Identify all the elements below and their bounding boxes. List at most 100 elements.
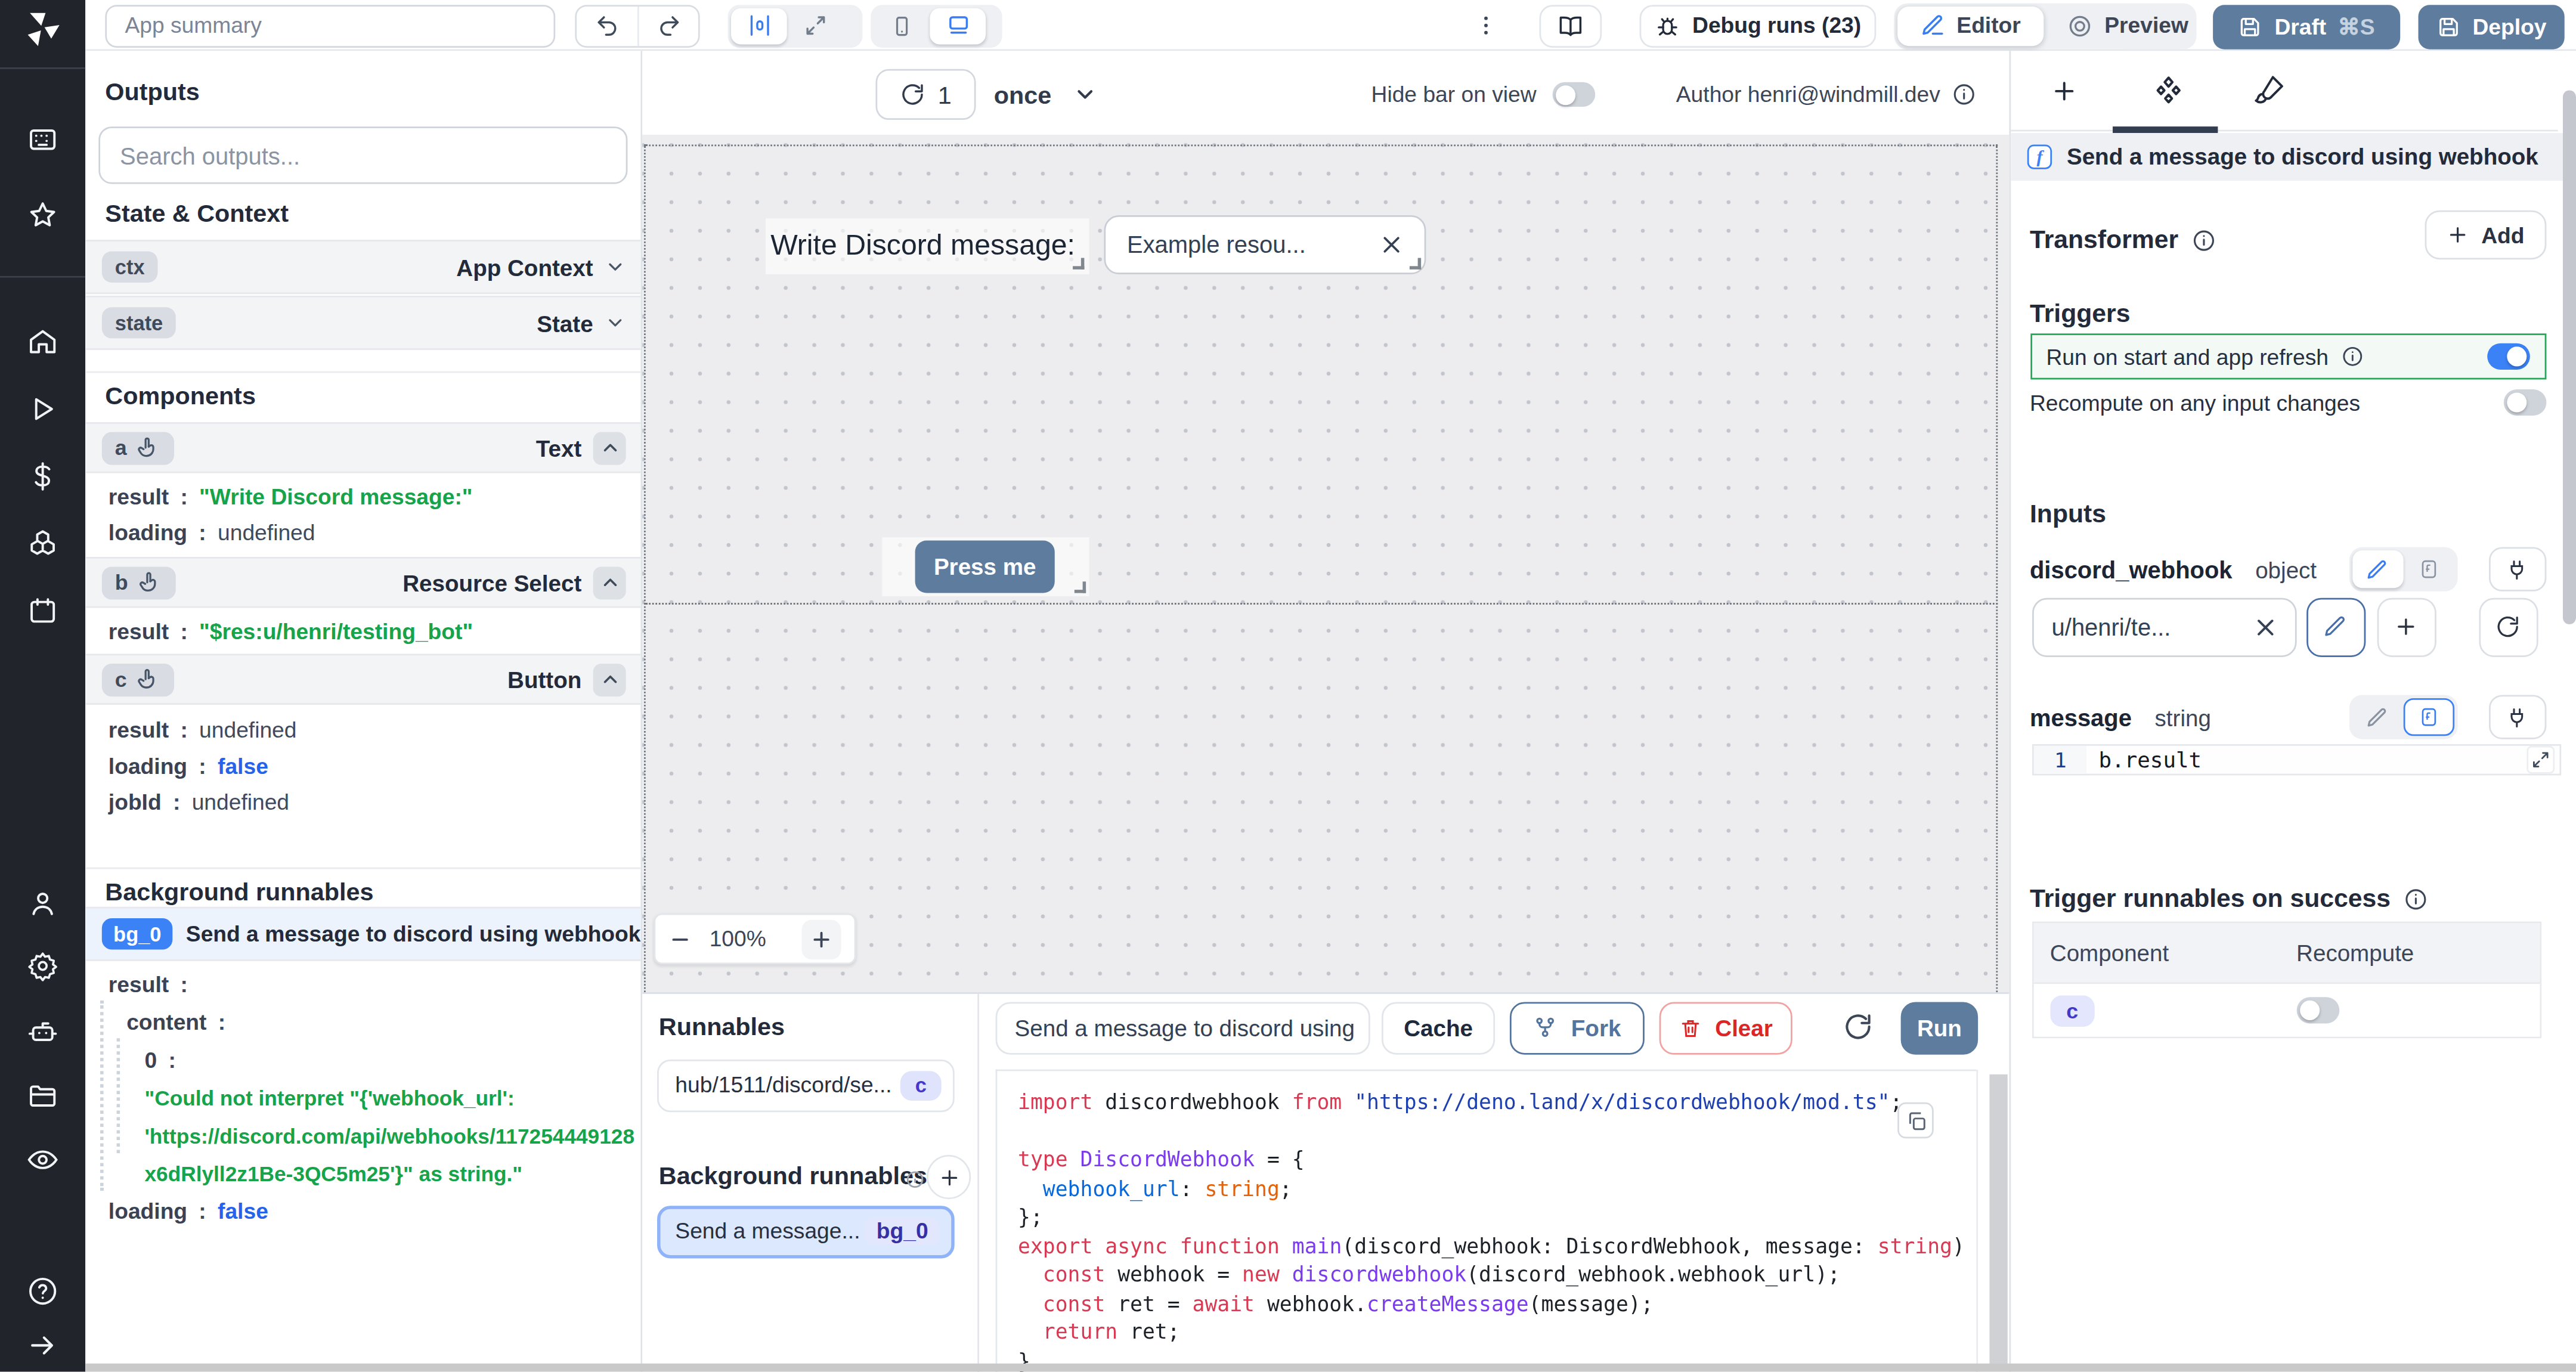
workers-robot-icon[interactable] (26, 1015, 59, 1048)
edit-resource-button[interactable] (2306, 598, 2365, 656)
state-output-row[interactable]: state State (85, 296, 642, 350)
add-bg-runnable-button[interactable] (927, 1155, 971, 1199)
horizontal-scrollbar[interactable] (85, 1364, 2576, 1372)
runs-play-icon[interactable] (27, 394, 58, 425)
refresh-count-button[interactable]: 1 (875, 69, 976, 120)
hide-bar-toggle[interactable] (1553, 82, 1596, 107)
collapse-chevron-icon[interactable] (593, 431, 626, 464)
output-kv: jobId:undefined (109, 790, 289, 814)
eval-input-mode-button[interactable] (2402, 698, 2453, 736)
run-on-start-toggle[interactable] (2487, 344, 2529, 370)
undo-button[interactable] (577, 6, 637, 45)
app-canvas[interactable]: Write Discord message: Example resou... … (642, 135, 2009, 992)
info-icon (1952, 82, 1976, 107)
add-transformer-button[interactable]: Add (2425, 210, 2547, 260)
zoom-in-button[interactable] (801, 919, 841, 958)
variables-dollar-icon[interactable] (27, 461, 58, 492)
indent-guide (100, 1001, 104, 1191)
collapse-chevron-icon[interactable] (593, 663, 626, 696)
collapse-arrow-icon[interactable] (27, 1330, 58, 1361)
resize-handle[interactable] (1075, 581, 1086, 593)
theme-brush-icon[interactable] (2254, 74, 2285, 105)
section-divider (85, 868, 642, 869)
run-button[interactable]: Run (1901, 1001, 1978, 1054)
redo-button[interactable] (637, 6, 698, 45)
pointer-hand-icon (138, 570, 162, 594)
component-c-row[interactable]: c Button (85, 654, 642, 705)
center-canvas-button[interactable] (731, 7, 787, 44)
expand-editor-icon[interactable] (2527, 745, 2555, 773)
resources-boxes-icon[interactable] (26, 527, 59, 560)
connect-plug-button[interactable] (2488, 547, 2546, 591)
component-a-row[interactable]: a Text (85, 422, 642, 473)
recompute-toggle[interactable] (2503, 390, 2546, 416)
runnable-item[interactable]: hub/1511/discord/se... c (657, 1060, 955, 1111)
insert-component-plus-icon[interactable] (2050, 77, 2078, 105)
state-badge: state (102, 307, 176, 338)
add-resource-button[interactable] (2377, 598, 2436, 656)
ctx-output-row[interactable]: ctx App Context (85, 240, 642, 294)
app-summary-input[interactable]: App summary (105, 4, 555, 47)
preview-tab[interactable]: Preview (2044, 6, 2211, 45)
editor-tab[interactable]: Editor (1897, 6, 2044, 45)
resource-picker[interactable]: u/henri/te... (2032, 598, 2298, 656)
clear-x-icon[interactable] (1380, 233, 1403, 256)
zoom-out-icon[interactable] (668, 927, 692, 950)
chevron-down-icon[interactable] (605, 256, 626, 278)
docs-book-button[interactable] (1540, 4, 1602, 47)
audit-eye-icon[interactable] (26, 1144, 59, 1176)
message-eval-input[interactable]: 1 b.result (2032, 744, 2561, 775)
draft-button[interactable]: Draft ⌘S (2213, 4, 2400, 48)
clear-button[interactable]: Clear (1659, 1001, 1792, 1054)
mobile-view-button[interactable] (874, 7, 930, 44)
user-icon[interactable] (27, 888, 58, 919)
copy-code-icon[interactable] (1897, 1102, 1934, 1139)
cache-button[interactable]: Cache (1382, 1001, 1495, 1054)
bg-runnable-item-selected[interactable]: Send a message... bg_0 (657, 1206, 955, 1258)
more-menu-kebab-icon[interactable] (1473, 13, 1498, 38)
component-b-row[interactable]: b Resource Select (85, 557, 642, 608)
code-scrollbar-thumb[interactable] (1989, 1074, 2007, 1365)
static-input-mode-button[interactable] (2352, 698, 2402, 736)
debug-runs-button[interactable]: Debug runs (23) (1640, 4, 1877, 47)
press-me-button[interactable]: Press me (915, 540, 1055, 593)
search-outputs-input[interactable]: Search outputs... (98, 126, 627, 184)
windmill-logo-icon[interactable] (21, 7, 64, 49)
apps-icon[interactable] (27, 124, 58, 155)
home-icon[interactable] (27, 326, 58, 357)
code-editor[interactable]: import discordwebhook from "https://deno… (995, 1070, 1976, 1372)
code-line: const ret = await webhook.createMessage(… (1018, 1289, 1976, 1317)
script-name-input[interactable]: Send a message to discord using (995, 1001, 1369, 1054)
text-component[interactable]: Write Discord message: (766, 218, 1089, 274)
fullwidth-canvas-button[interactable] (787, 7, 843, 44)
refresh-resources-button[interactable] (2479, 598, 2537, 656)
component-settings-panel: f Send a message to discord using webhoo… (2009, 51, 2576, 1371)
schedules-calendar-icon[interactable] (27, 596, 58, 627)
clear-x-icon[interactable] (2255, 616, 2278, 639)
right-panel-scrollbar[interactable] (2563, 91, 2576, 624)
favorites-star-icon[interactable] (27, 200, 58, 231)
static-input-mode-button[interactable] (2352, 550, 2402, 588)
settings-gear-icon[interactable] (27, 950, 58, 981)
refresh-mode-dropdown[interactable]: once (994, 69, 1098, 120)
deploy-button[interactable]: Deploy (2419, 4, 2565, 48)
resize-handle[interactable] (1073, 257, 1084, 268)
bg0-output-row[interactable]: bg_0 Send a message to discord using web… (85, 907, 642, 961)
chevron-down-icon[interactable] (605, 312, 626, 333)
refresh-icon[interactable] (1843, 1012, 1873, 1042)
fork-button[interactable]: Fork (1510, 1001, 1645, 1054)
eval-input-mode-button[interactable] (2402, 550, 2453, 588)
help-icon[interactable] (26, 1275, 59, 1308)
recompute-c-toggle[interactable] (2296, 998, 2339, 1023)
resize-handle[interactable] (1410, 258, 1421, 270)
component-settings-icon[interactable] (2152, 74, 2185, 107)
bg-runnables-heading: Background runnables (105, 877, 373, 905)
code-editor-panel: Send a message to discord using Cache Fo… (979, 994, 2009, 1372)
folders-icon[interactable] (27, 1080, 58, 1111)
desktop-view-button[interactable] (930, 7, 986, 44)
resource-select-component[interactable]: Example resou... (1104, 215, 1426, 274)
button-component[interactable]: Press me (882, 537, 1089, 596)
connect-plug-button[interactable] (2488, 695, 2546, 739)
component-c-badge[interactable]: c (2050, 996, 2095, 1027)
collapse-chevron-icon[interactable] (593, 566, 626, 599)
